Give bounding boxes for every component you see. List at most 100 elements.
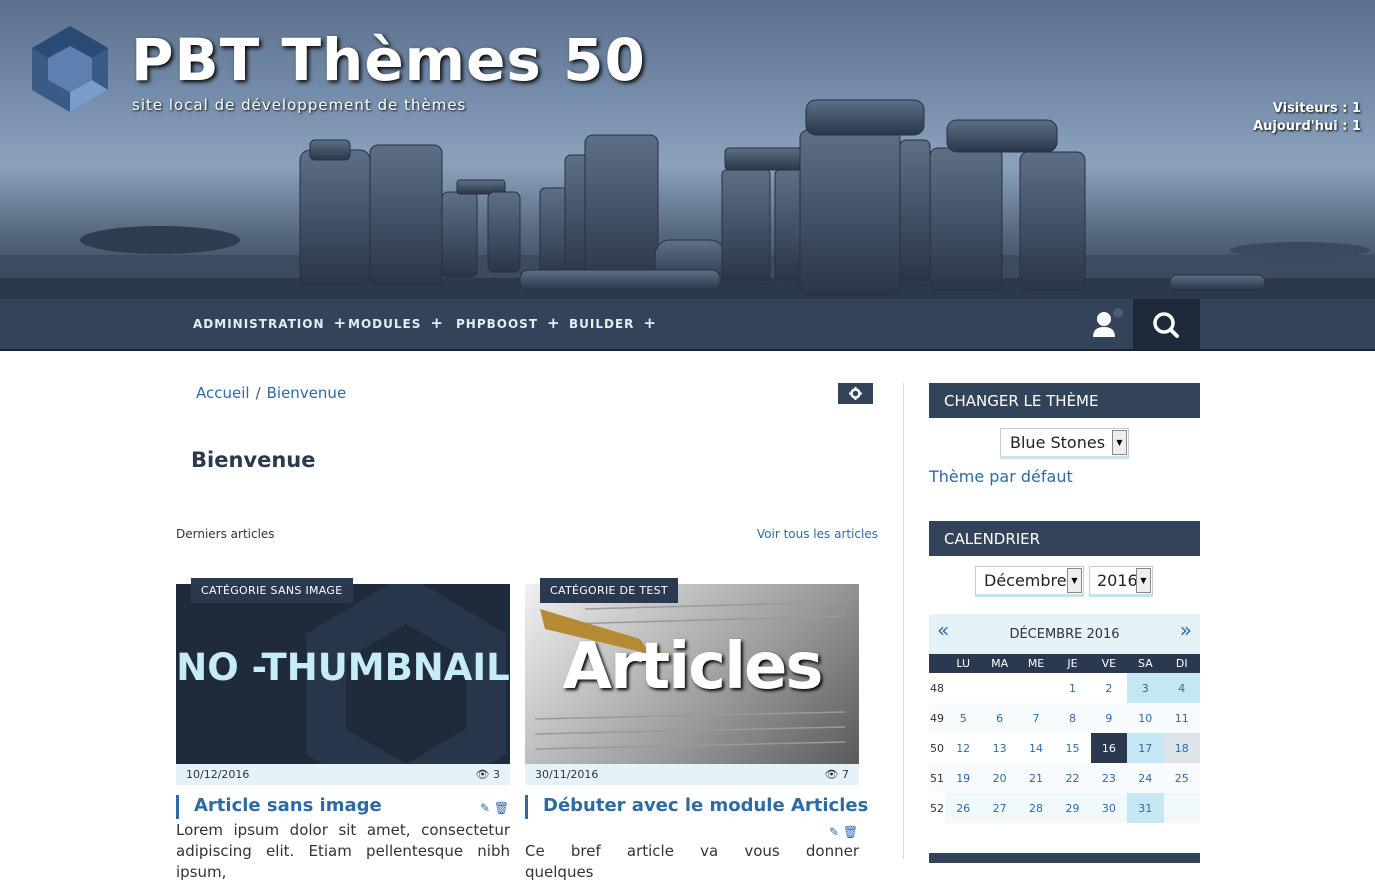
calendar-day[interactable]: 26 xyxy=(944,793,982,823)
breadcrumb-home-link[interactable]: Accueil xyxy=(196,384,250,402)
next-month-icon[interactable]: » xyxy=(1180,618,1192,642)
site-logo[interactable] xyxy=(30,24,110,114)
calendar-day xyxy=(1017,673,1055,703)
calendar-day-today[interactable]: 16 xyxy=(1090,733,1128,763)
delete-icon[interactable]: 🗑︎ xyxy=(843,825,858,839)
settings-button[interactable] xyxy=(838,383,873,404)
delete-icon[interactable]: 🗑︎ xyxy=(494,801,509,815)
nav-item-modules[interactable]: MODULES + xyxy=(348,299,444,349)
plus-icon: + xyxy=(547,314,561,332)
eye-icon: 👁︎ xyxy=(824,768,839,781)
nav-item-builder[interactable]: BUILDER + xyxy=(569,299,657,349)
user-menu-button[interactable] xyxy=(1084,299,1124,349)
calendar-month-title: DÉCEMBRE 2016 xyxy=(1009,627,1120,642)
theme-select[interactable]: Blue Stones ▼ xyxy=(1000,428,1129,459)
nav-label: MODULES xyxy=(348,317,422,331)
nav-item-administration[interactable]: ADMINISTRATION + xyxy=(193,299,347,349)
article-excerpt: Ce bref article va vous donner quelques xyxy=(525,842,859,881)
calendar-day[interactable]: 30 xyxy=(1090,793,1128,823)
article-views: 👁︎ 3 xyxy=(476,764,500,785)
article-card: Articles CATÉGORIE DE TEST 30/11/2016 👁︎… xyxy=(525,578,868,881)
calendar-week-row: 49 5 6 7 8 9 10 11 xyxy=(929,703,1200,733)
calendar-day[interactable]: 4 xyxy=(1163,673,1200,703)
calendar-day[interactable]: 11 xyxy=(1163,703,1200,733)
calendar-day[interactable]: 7 xyxy=(1017,703,1055,733)
calendar-day[interactable]: 3 xyxy=(1127,673,1164,703)
breadcrumb-current-link[interactable]: Bienvenue xyxy=(267,384,347,402)
article-thumbnail[interactable]: Articles xyxy=(525,584,859,764)
week-number-header xyxy=(929,654,945,673)
calendar-day-event[interactable]: 22 xyxy=(1054,763,1091,793)
month-select[interactable]: Décembre ▼ xyxy=(975,566,1084,597)
site-title[interactable]: PBT Thèmes 50 xyxy=(131,26,646,94)
edit-icon[interactable]: ✎ xyxy=(829,825,839,839)
week-number: 50 xyxy=(929,733,945,763)
no-thumbnail-text: NO -THUMBNAIL xyxy=(176,646,510,689)
article-meta: 10/12/2016 👁︎ 3 xyxy=(176,764,510,785)
search-button[interactable] xyxy=(1133,299,1200,349)
calendar-day[interactable]: 25 xyxy=(1163,763,1200,793)
calendar-day[interactable]: 13 xyxy=(981,733,1018,763)
weekday-header: SA xyxy=(1127,654,1164,673)
visitors-total: Visiteurs : 1 xyxy=(1272,101,1361,116)
calendar-day[interactable]: 1 xyxy=(1054,673,1091,703)
calendar-day xyxy=(1163,793,1200,823)
calendar-day[interactable]: 6 xyxy=(981,703,1018,733)
calendar-day[interactable]: 18 xyxy=(1163,733,1200,763)
calendar-day-event[interactable]: 20 xyxy=(981,763,1018,793)
calendar-day[interactable]: 31 xyxy=(1127,793,1164,823)
calendar-day-event[interactable]: 23 xyxy=(1090,763,1128,793)
calendar-day-event[interactable]: 19 xyxy=(944,763,982,793)
weekday-header: MA xyxy=(981,654,1018,673)
week-number: 51 xyxy=(929,763,945,793)
plus-icon: + xyxy=(430,314,444,332)
default-theme-link[interactable]: Thème par défaut xyxy=(929,467,1073,486)
user-icon xyxy=(1093,308,1123,337)
nav-item-phpboost[interactable]: PHPBOOST + xyxy=(456,299,561,349)
calendar-day[interactable]: 29 xyxy=(1054,793,1091,823)
article-thumbnail[interactable]: NO -THUMBNAIL xyxy=(176,584,510,764)
theme-select-value: Blue Stones xyxy=(1010,433,1106,452)
calendar-day[interactable]: 28 xyxy=(1017,793,1055,823)
week-number: 52 xyxy=(929,793,945,823)
breadcrumb: Accueil / Bienvenue xyxy=(196,384,346,402)
calendar-day[interactable]: 8 xyxy=(1054,703,1091,733)
category-badge[interactable]: CATÉGORIE SANS IMAGE xyxy=(191,578,353,603)
breadcrumb-separator: / xyxy=(255,384,261,402)
nav-label: ADMINISTRATION xyxy=(193,317,325,331)
calendar-day[interactable]: 12 xyxy=(944,733,982,763)
week-number: 49 xyxy=(929,703,945,733)
article-title[interactable]: Article sans image xyxy=(176,795,382,819)
edit-icon[interactable]: ✎ xyxy=(480,801,490,815)
calendar-day-event[interactable]: 21 xyxy=(1017,763,1055,793)
page-title: Bienvenue xyxy=(191,448,316,472)
calendar-month-bar: « DÉCEMBRE 2016 » xyxy=(929,614,1200,654)
calendar-week-row: 48 1 2 3 4 xyxy=(929,673,1200,703)
calendar-day[interactable]: 14 xyxy=(1017,733,1055,763)
articles-banner-text: Articles xyxy=(562,630,824,704)
calendar-day xyxy=(981,673,1018,703)
weekday-header: VE xyxy=(1090,654,1128,673)
calendar-day[interactable]: 9 xyxy=(1090,703,1128,733)
site-subtitle: site local de développement de thèmes xyxy=(132,96,467,114)
calendar-day[interactable]: 10 xyxy=(1127,703,1164,733)
view-count: 7 xyxy=(842,768,849,781)
calendar-day[interactable]: 17 xyxy=(1127,733,1164,763)
calendar-day[interactable]: 2 xyxy=(1090,673,1128,703)
calendar-day[interactable]: 27 xyxy=(981,793,1018,823)
weekday-header: LU xyxy=(944,654,982,673)
weekday-header: JE xyxy=(1054,654,1091,673)
dropdown-arrow-icon: ▼ xyxy=(1136,568,1151,593)
month-select-value: Décembre xyxy=(984,571,1067,590)
main-navigation: ADMINISTRATION + MODULES + PHPBOOST + BUILD… xyxy=(0,299,1375,351)
year-select[interactable]: 2016 ▼ xyxy=(1089,566,1153,597)
see-all-articles-link[interactable]: Voir tous les articles xyxy=(757,527,878,541)
search-icon xyxy=(1153,312,1179,338)
calendar-day[interactable]: 5 xyxy=(944,703,982,733)
calendar-day[interactable]: 15 xyxy=(1054,733,1091,763)
article-meta: 30/11/2016 👁︎ 7 xyxy=(525,764,859,785)
calendar-week-row: 52 26 27 28 29 30 31 xyxy=(929,793,1200,823)
category-badge[interactable]: CATÉGORIE DE TEST xyxy=(540,578,678,603)
calendar-day-event[interactable]: 24 xyxy=(1127,763,1164,793)
article-title[interactable]: Débuter avec le module Articles xyxy=(525,795,868,819)
